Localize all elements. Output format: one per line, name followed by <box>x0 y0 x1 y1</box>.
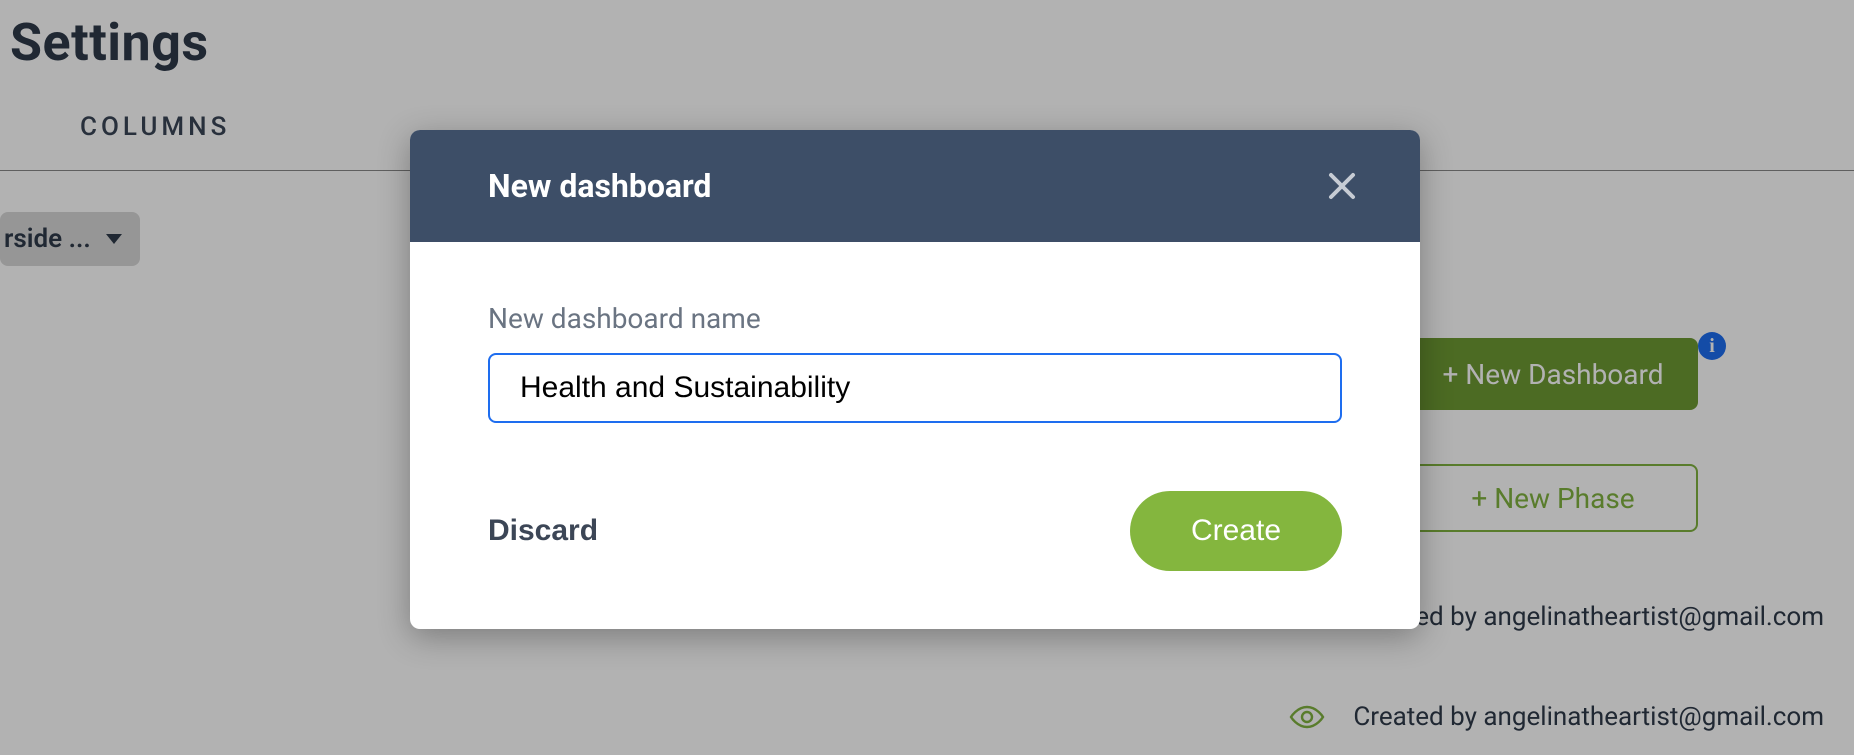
modal-title: New dashboard <box>488 167 711 205</box>
dashboard-name-input[interactable] <box>488 353 1342 423</box>
modal-body: New dashboard name Discard Create <box>410 242 1420 629</box>
new-dashboard-modal: New dashboard New dashboard name Discard… <box>410 130 1420 629</box>
modal-footer: Discard Create <box>488 491 1342 571</box>
discard-button[interactable]: Discard <box>488 514 598 548</box>
create-button[interactable]: Create <box>1130 491 1342 571</box>
dashboard-name-label: New dashboard name <box>488 302 1342 335</box>
modal-header: New dashboard <box>410 130 1420 242</box>
close-icon[interactable] <box>1324 168 1360 204</box>
